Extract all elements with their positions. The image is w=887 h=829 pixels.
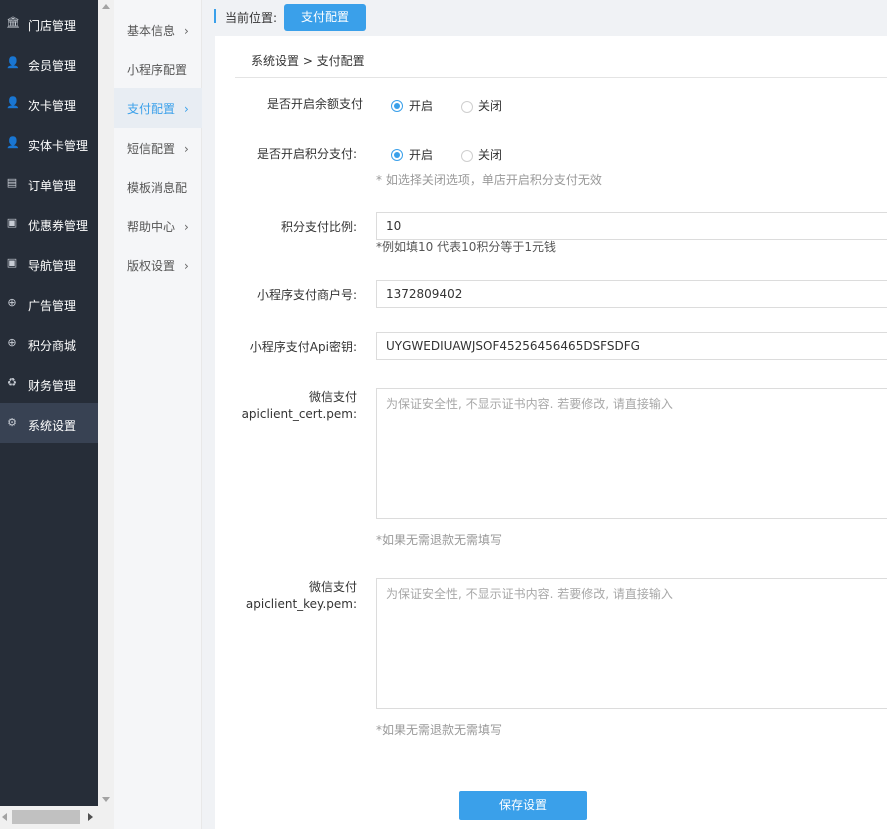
sidebar-item-points-mall[interactable]: ⊕ 积分商城 [0,323,98,363]
points-ratio-hint: *例如填10 代表10积分等于1元钱 [376,240,556,254]
user-icon: 👤 [6,96,20,109]
key-pem-label-line1: 微信支付 [308,580,357,594]
balance-pay-off-radio[interactable] [461,101,473,113]
merchant-id-input[interactable] [376,280,887,308]
cert-pem-textarea[interactable] [376,388,887,519]
sidebar-item-count-card[interactable]: 👤 次卡管理 [0,83,98,123]
app-root: 🏛 门店管理 👤 会员管理 👤 次卡管理 👤 实体卡管理 ▤ 订单管理 ▣ 优惠… [0,0,887,829]
sidebar-item-system-settings[interactable]: ⚙ 系统设置 [0,403,98,443]
submenu-item-payment[interactable]: 支付配置 › [114,88,202,128]
api-key-input[interactable] [376,332,887,360]
cert-pem-label-line2: apiclient_cert.pem: [241,407,357,421]
bank-icon: 🏛 [6,16,20,29]
location-marker [214,9,216,23]
sidebar-item-store[interactable]: 🏛 门店管理 [0,3,98,43]
points-pay-hint: * 如选择关闭选项，单店开启积分支付无效 [376,173,602,187]
chevron-right-icon: › [184,24,189,38]
points-ratio-label: 积分支付比例: [280,220,357,234]
sidebar-item-members[interactable]: 👤 会员管理 [0,43,98,83]
points-ratio-input[interactable] [376,212,887,240]
document-icon: ▤ [6,176,18,189]
sidebar-vertical-scrollbar[interactable] [98,0,114,806]
merchant-id-label: 小程序支付商户号: [256,288,357,302]
balance-pay-on-label[interactable]: 开启 [409,98,433,114]
key-pem-label-line2: apiclient_key.pem: [245,597,357,611]
sidebar-item-physical-card[interactable]: 👤 实体卡管理 [0,123,98,163]
current-page-tag[interactable]: 支付配置 [284,4,366,31]
sidebar-horizontal-scrollbar[interactable] [0,806,114,829]
key-pem-textarea[interactable] [376,578,887,709]
scroll-right-arrow-icon[interactable] [88,813,93,821]
sidebar-item-coupons[interactable]: ▣ 优惠券管理 [0,203,98,243]
coupon-icon: ▣ [6,256,18,269]
submenu-item-copyright[interactable]: 版权设置 › [114,245,202,285]
gear-icon: ⚙ [7,416,17,429]
scrollbar-thumb[interactable] [12,810,80,824]
sidebar-nav-list: 🏛 门店管理 👤 会员管理 👤 次卡管理 👤 实体卡管理 ▤ 订单管理 ▣ 优惠… [0,0,98,806]
scroll-up-arrow-icon[interactable] [102,4,110,9]
sidebar-item-navigation[interactable]: ▣ 导航管理 [0,243,98,283]
points-pay-on-radio[interactable] [391,149,403,161]
submenu-item-template-msg[interactable]: 模板消息配 [114,167,202,207]
balance-pay-on-radio[interactable] [391,100,403,112]
key-pem-hint: *如果无需退款无需填写 [376,723,503,737]
cert-pem-label-line1: 微信支付 [308,390,357,404]
recycle-icon: ♻ [7,376,17,389]
points-pay-on-label[interactable]: 开启 [409,147,433,163]
user-icon: 👤 [6,56,20,69]
cert-pem-hint: *如果无需退款无需填写 [376,533,503,547]
main-sidebar: 🏛 门店管理 👤 会员管理 👤 次卡管理 👤 实体卡管理 ▤ 订单管理 ▣ 优惠… [0,0,114,829]
breadcrumb: 系统设置 > 支付配置 [251,54,365,68]
sidebar-item-finance[interactable]: ♻ 财务管理 [0,363,98,403]
points-pay-label: 是否开启积分支付: [256,147,357,161]
balance-pay-off-label[interactable]: 关闭 [478,98,502,114]
submenu-item-miniprogram[interactable]: 小程序配置 [114,49,202,89]
globe-icon: ⊕ [7,296,17,309]
api-key-label: 小程序支付Api密钥: [249,340,357,354]
scroll-left-arrow-icon[interactable] [2,813,7,821]
divider [235,77,887,78]
points-pay-off-label[interactable]: 关闭 [478,147,502,163]
payment-config-panel: 系统设置 > 支付配置 是否开启余额支付 开启 关闭 是否开启积分支付: 开启 … [215,36,887,829]
scroll-down-arrow-icon[interactable] [102,797,110,802]
points-pay-off-radio[interactable] [461,150,473,162]
sidebar-item-ads[interactable]: ⊕ 广告管理 [0,283,98,323]
globe-icon: ⊕ [7,336,17,349]
sidebar-item-orders[interactable]: ▤ 订单管理 [0,163,98,203]
location-bar: 当前位置: 支付配置 [203,0,887,36]
chevron-right-icon: › [184,259,189,273]
submenu-item-basic-info[interactable]: 基本信息 › [114,10,202,50]
save-settings-button[interactable]: 保存设置 [459,791,587,820]
chevron-right-icon: › [184,102,189,116]
location-label: 当前位置: [225,11,278,25]
balance-pay-label: 是否开启余额支付 [266,97,363,111]
